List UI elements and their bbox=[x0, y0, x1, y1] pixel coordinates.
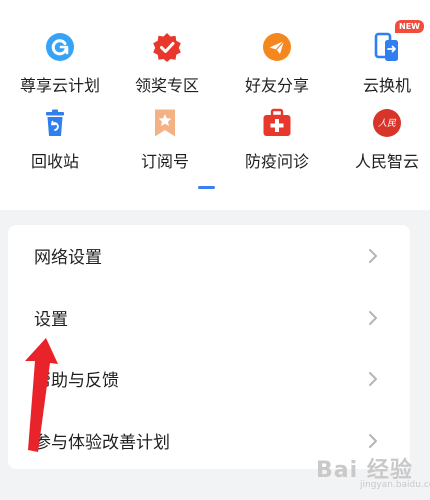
menu-item-label: 参与体验改善计划 bbox=[34, 433, 170, 453]
people-cloud-logo-icon: 人民 bbox=[372, 108, 402, 138]
menu-item-settings[interactable]: 设置 bbox=[8, 287, 410, 348]
grid-item-epidemic-consult[interactable]: 防疫问诊 bbox=[222, 108, 332, 172]
grid-item-label: 回收站 bbox=[30, 152, 79, 171]
chevron-right-icon bbox=[369, 310, 377, 325]
menu-item-label: 设置 bbox=[34, 310, 68, 330]
chevron-right-icon bbox=[369, 433, 377, 448]
menu-item-label: 帮助与反馈 bbox=[34, 371, 119, 391]
grid-item-label: 订阅号 bbox=[140, 152, 189, 171]
feature-grid: 尊享云计划 领奖专区 好友分享 NEW 云换机 回收站 订阅号 防疫问诊 人民 … bbox=[0, 0, 430, 210]
grid-item-label: 云换机 bbox=[362, 76, 411, 95]
menu-item-help-feedback[interactable]: 帮助与反馈 bbox=[8, 348, 410, 409]
award-badge-icon bbox=[152, 32, 182, 62]
svg-text:人民: 人民 bbox=[378, 118, 397, 129]
grid-item-share-friends[interactable]: 好友分享 bbox=[222, 32, 332, 96]
grid-item-reward-zone[interactable]: 领奖专区 bbox=[112, 32, 222, 96]
cloud-refresh-icon bbox=[45, 32, 75, 62]
grid-item-label: 尊享云计划 bbox=[19, 76, 100, 95]
page-indicator bbox=[198, 186, 215, 189]
menu-item-network-settings[interactable]: 网络设置 bbox=[8, 225, 410, 286]
chevron-right-icon bbox=[369, 248, 377, 263]
settings-menu-card: 网络设置 设置 帮助与反馈 参与体验改善计划 bbox=[8, 225, 410, 469]
grid-item-recycle-bin[interactable]: 回收站 bbox=[0, 108, 110, 172]
new-badge: NEW bbox=[395, 20, 424, 33]
menu-item-label: 网络设置 bbox=[34, 248, 102, 268]
paper-plane-icon bbox=[262, 32, 292, 62]
chevron-right-icon bbox=[369, 371, 377, 386]
grid-item-cloud-phone-transfer[interactable]: NEW 云换机 bbox=[332, 20, 430, 96]
medical-kit-icon bbox=[262, 108, 292, 138]
grid-item-vip-cloud-plan[interactable]: 尊享云计划 bbox=[5, 32, 115, 96]
grid-item-people-smart-cloud[interactable]: 人民 人民智云 bbox=[332, 108, 430, 172]
watermark-url: jingyan.baidu.com bbox=[360, 480, 430, 490]
grid-item-label: 好友分享 bbox=[244, 76, 309, 95]
grid-item-subscriptions[interactable]: 订阅号 bbox=[110, 108, 220, 172]
grid-item-label: 领奖专区 bbox=[134, 76, 199, 95]
grid-item-label: 防疫问诊 bbox=[244, 152, 309, 171]
grid-item-label: 人民智云 bbox=[354, 152, 419, 171]
trash-icon bbox=[40, 108, 70, 138]
phone-transfer-icon: NEW bbox=[372, 20, 424, 62]
bookmark-star-icon bbox=[150, 108, 180, 138]
